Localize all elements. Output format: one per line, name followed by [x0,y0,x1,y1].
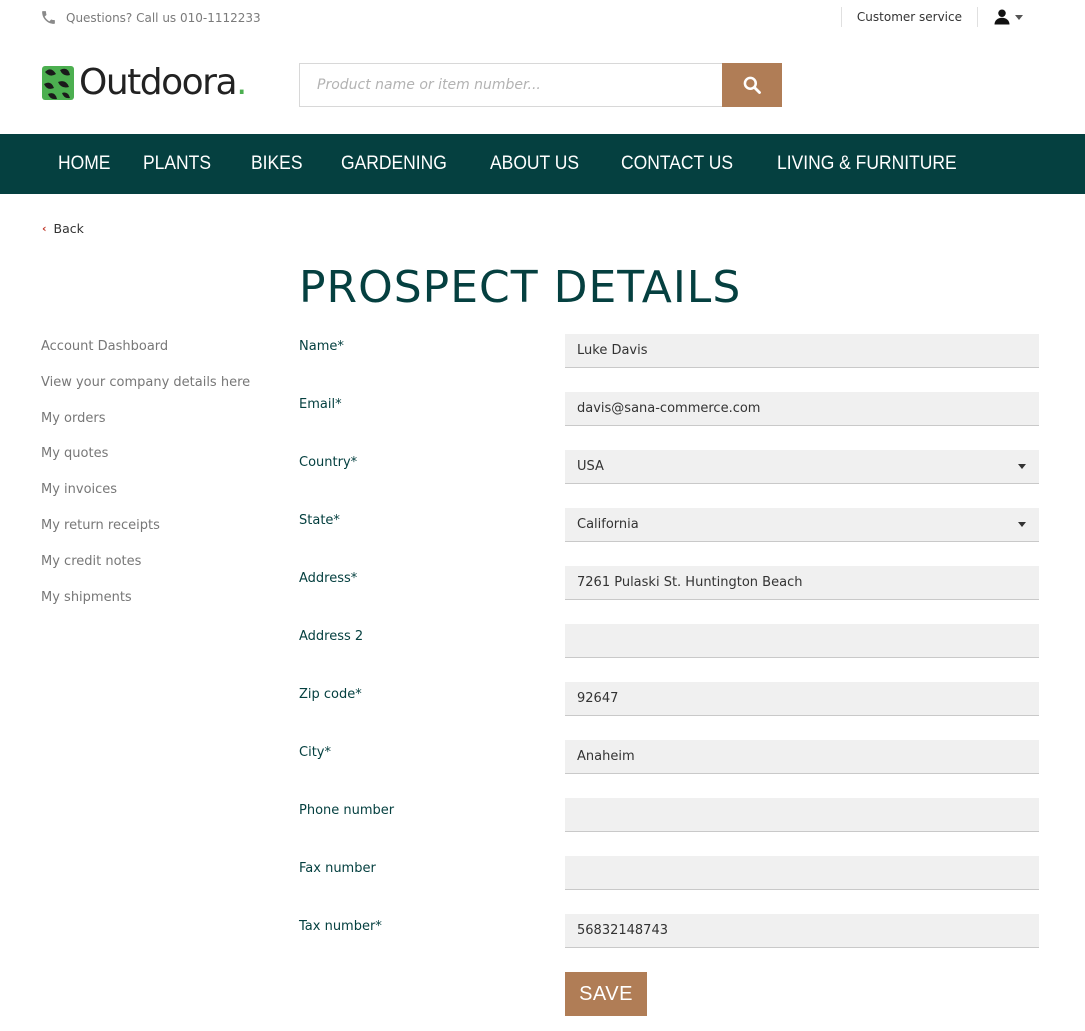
form-row-address: Address* 7261 Pulaski St. Huntington Bea… [299,566,1039,600]
brand-dot: . [236,62,247,103]
form-row-name: Name* Luke Davis [299,334,1039,368]
account-sidebar: Account Dashboard View your company deta… [41,339,250,625]
city-label: City* [299,745,331,760]
sidebar-item-credit-notes[interactable]: My credit notes [41,554,250,590]
main-navigation: HOME PLANTS BIKES GARDENING ABOUT US CON… [0,134,1085,194]
nav-item-home[interactable]: HOME [58,153,110,175]
email-value: davis@sana-commerce.com [577,401,761,416]
dropdown-caret-icon [1018,522,1026,527]
form-row-city: City* Anaheim [299,740,1039,774]
dropdown-caret-icon [1018,464,1026,469]
back-label: Back [53,221,84,236]
name-value: Luke Davis [577,343,648,358]
form-row-address-2: Address 2 [299,624,1039,658]
sidebar-item-orders[interactable]: My orders [41,411,250,447]
address-value: 7261 Pulaski St. Huntington Beach [577,575,803,590]
nav-item-gardening[interactable]: GARDENING [341,153,447,175]
name-field[interactable]: Luke Davis [565,334,1039,368]
state-label: State* [299,513,340,528]
contact-phone: Questions? Call us 010-1112233 [40,9,261,26]
save-button[interactable]: SAVE [565,972,647,1016]
nav-item-plants[interactable]: PLANTS [143,153,211,175]
fax-number-field[interactable] [565,856,1039,890]
state-select[interactable]: California [565,508,1039,542]
email-label: Email* [299,397,342,412]
nav-item-about-us[interactable]: ABOUT US [490,153,579,175]
city-field[interactable]: Anaheim [565,740,1039,774]
form-row-zip-code: Zip code* 92647 [299,682,1039,716]
brand-name: Outdoora. [79,62,247,103]
topbar-actions: Customer service [840,6,1023,28]
user-icon [994,9,1010,25]
zip-code-value: 92647 [577,691,619,706]
name-label: Name* [299,339,344,354]
leaf-logo-icon [42,66,74,100]
page-title: PROSPECT DETAILS [299,262,742,313]
form-row-country: Country* USA [299,450,1039,484]
sidebar-item-account-dashboard[interactable]: Account Dashboard [41,339,250,375]
tax-number-label: Tax number* [299,919,382,934]
sidebar-item-company-details[interactable]: View your company details here [41,375,250,411]
form-row-fax-number: Fax number [299,856,1039,890]
city-value: Anaheim [577,749,635,764]
account-menu-button[interactable] [978,8,1023,26]
zip-code-label: Zip code* [299,687,362,702]
sidebar-item-invoices[interactable]: My invoices [41,482,250,518]
form-row-phone-number: Phone number [299,798,1039,832]
nav-item-contact-us[interactable]: CONTACT US [621,153,733,175]
search-button[interactable] [722,63,782,107]
state-value: California [577,517,639,532]
nav-item-bikes[interactable]: BIKES [251,153,303,175]
address-label: Address* [299,571,358,586]
sidebar-item-return-receipts[interactable]: My return receipts [41,518,250,554]
brand-logo[interactable]: Outdoora. [40,62,247,104]
form-row-email: Email* davis@sana-commerce.com [299,392,1039,426]
sidebar-item-quotes[interactable]: My quotes [41,446,250,482]
search-icon [743,76,761,94]
tax-number-field[interactable]: 56832148743 [565,914,1039,948]
nav-item-living-furniture[interactable]: LIVING & FURNITURE [777,153,957,175]
phone-text: Questions? Call us 010-1112233 [66,10,261,25]
phone-number-field[interactable] [565,798,1039,832]
search-bar [299,63,782,107]
phone-icon [42,11,55,24]
country-value: USA [577,459,604,474]
form-row-tax-number: Tax number* 56832148743 [299,914,1039,948]
chevron-down-icon [1015,14,1023,20]
top-bar: Questions? Call us 010-1112233 Customer … [0,0,1085,36]
address-2-label: Address 2 [299,629,364,644]
country-select[interactable]: USA [565,450,1039,484]
address-2-field[interactable] [565,624,1039,658]
zip-code-field[interactable]: 92647 [565,682,1039,716]
sidebar-item-shipments[interactable]: My shipments [41,590,250,626]
chevron-left-icon: ‹ [42,222,47,235]
tax-number-value: 56832148743 [577,923,668,938]
phone-number-label: Phone number [299,803,395,818]
email-field[interactable]: davis@sana-commerce.com [565,392,1039,426]
search-input[interactable] [299,63,722,107]
country-label: Country* [299,455,358,470]
form-row-state: State* California [299,508,1039,542]
fax-number-label: Fax number [299,861,376,876]
customer-service-link[interactable]: Customer service [842,10,977,24]
back-link[interactable]: ‹ Back [42,221,84,236]
address-field[interactable]: 7261 Pulaski St. Huntington Beach [565,566,1039,600]
